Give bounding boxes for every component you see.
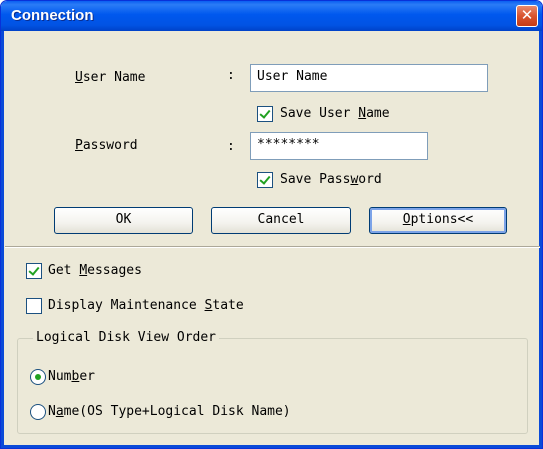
get-messages-label-end: essages	[87, 263, 142, 278]
dialog-separator	[5, 246, 540, 248]
name-label-start: N	[48, 404, 56, 419]
user-name-colon: :	[227, 68, 235, 83]
name-label-end: me(OS Type+Logical Disk Name)	[63, 404, 291, 419]
user-name-input[interactable]: User Name	[250, 64, 488, 92]
save-user-name-label-mnemonic: N	[358, 106, 367, 121]
save-user-name-label-end: ame	[366, 106, 390, 121]
logical-disk-view-order-legend: Logical Disk View Order	[33, 330, 220, 345]
save-password-label-start: Save Pass	[280, 172, 351, 187]
options-button-mnemonic: O	[402, 212, 411, 227]
cancel-button-label: Cancel	[257, 212, 305, 227]
name-radio-label[interactable]: Name(OS Type+Logical Disk Name)	[48, 404, 291, 419]
display-maintenance-label-start: Display Maintenance	[48, 298, 205, 313]
ok-button[interactable]: OK	[54, 207, 193, 234]
password-label-rest: assword	[82, 138, 138, 153]
save-user-name-label-start: Save User	[280, 106, 359, 121]
options-button-label-rest: ptions<<	[410, 212, 474, 227]
save-password-label[interactable]: Save Password	[280, 172, 382, 187]
window-frame-left	[1, 31, 4, 448]
title-bar[interactable]: Connection ✕	[1, 1, 542, 31]
window-frame-bottom	[1, 445, 542, 448]
close-button[interactable]: ✕	[516, 5, 538, 27]
options-button[interactable]: Options<<	[369, 207, 507, 234]
number-radio[interactable]	[30, 369, 46, 385]
save-password-label-end: ord	[358, 172, 382, 187]
window-title: Connection	[11, 7, 94, 24]
connection-dialog: Connection ✕ User Name : User Name Save …	[0, 0, 543, 449]
get-messages-checkbox[interactable]	[26, 263, 42, 279]
display-maintenance-state-checkbox[interactable]	[26, 298, 42, 314]
number-label-end: er	[79, 369, 95, 384]
display-maintenance-state-label[interactable]: Display Maintenance State	[48, 298, 244, 313]
name-radio[interactable]	[30, 404, 46, 420]
password-colon: :	[227, 139, 235, 154]
cancel-button[interactable]: Cancel	[211, 207, 351, 234]
get-messages-label-mnemonic: M	[79, 263, 88, 278]
save-user-name-checkbox[interactable]	[257, 106, 273, 122]
user-name-label-mnemonic: U	[75, 70, 83, 85]
password-input[interactable]: ********	[250, 132, 428, 160]
get-messages-label[interactable]: Get Messages	[48, 263, 142, 278]
user-name-label: User Name	[75, 70, 145, 85]
name-label-mnemonic: a	[55, 404, 64, 419]
user-name-label-rest: ser Name	[82, 70, 146, 85]
password-label-mnemonic: P	[75, 138, 83, 153]
get-messages-label-start: Get	[48, 263, 80, 278]
save-password-checkbox[interactable]	[257, 172, 273, 188]
password-label: Password	[75, 138, 138, 153]
logical-disk-view-order-group	[17, 338, 528, 434]
window-frame-right	[539, 31, 542, 448]
number-radio-label[interactable]: Number	[48, 369, 95, 384]
save-user-name-label[interactable]: Save User Name	[280, 106, 390, 121]
number-label-start: Num	[48, 369, 72, 384]
display-maintenance-label-end: tate	[212, 298, 244, 313]
